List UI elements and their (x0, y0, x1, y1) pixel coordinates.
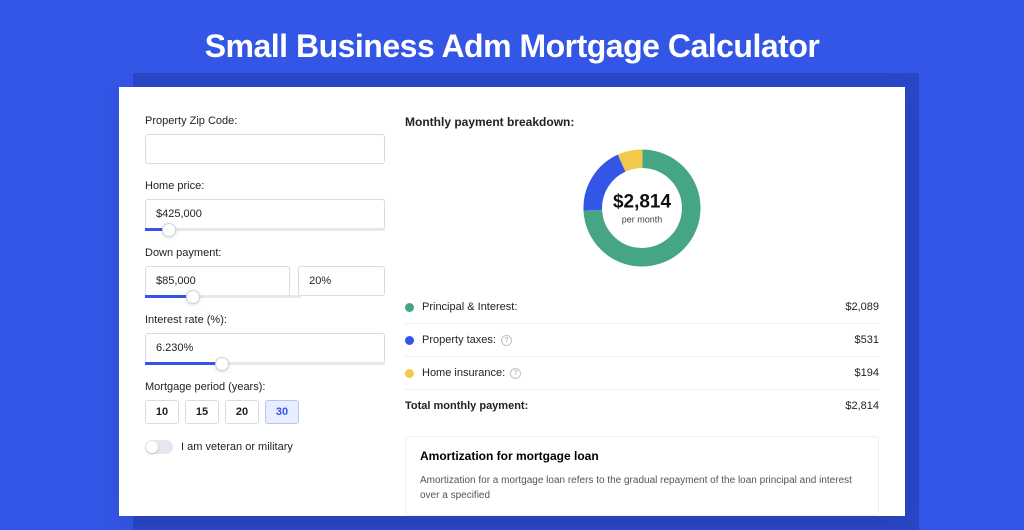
period-label: Mortgage period (years): (145, 381, 385, 393)
donut-amount: $2,814 (613, 192, 671, 214)
page-title: Small Business Adm Mortgage Calculator (0, 0, 1024, 87)
info-icon[interactable]: ? (501, 335, 512, 346)
legend-dot (405, 369, 414, 378)
breakdown-value: $194 (855, 367, 879, 379)
home-price-label: Home price: (145, 180, 385, 192)
info-icon[interactable]: ? (510, 368, 521, 379)
amortization-text: Amortization for a mortgage loan refers … (420, 473, 864, 503)
breakdown-total-row: Total monthly payment: $2,814 (405, 389, 879, 422)
total-label: Total monthly payment: (405, 400, 845, 412)
home-price-group: Home price: (145, 180, 385, 231)
calculator-card: Property Zip Code: Home price: Down paym… (119, 87, 905, 516)
down-payment-label: Down payment: (145, 247, 385, 259)
slider-thumb[interactable] (215, 357, 229, 371)
amortization-box: Amortization for mortgage loan Amortizat… (405, 436, 879, 516)
down-payment-group: Down payment: (145, 247, 385, 298)
breakdown-label: Home insurance:? (422, 367, 855, 379)
breakdown-value: $2,089 (845, 301, 879, 313)
veteran-label: I am veteran or military (181, 441, 293, 453)
period-group: Mortgage period (years): 10152030 (145, 381, 385, 424)
veteran-toggle-row: I am veteran or military (145, 440, 385, 454)
breakdown-row: Home insurance:?$194 (405, 356, 879, 389)
period-btn-30[interactable]: 30 (265, 400, 299, 424)
interest-rate-label: Interest rate (%): (145, 314, 385, 326)
zip-field-group: Property Zip Code: (145, 115, 385, 164)
breakdown-label: Principal & Interest: (422, 301, 845, 313)
donut-chart: $2,814 per month (405, 143, 879, 273)
total-value: $2,814 (845, 400, 879, 412)
breakdown-label: Property taxes:? (422, 334, 855, 346)
home-price-slider[interactable] (145, 228, 385, 231)
home-price-input[interactable] (145, 199, 385, 229)
slider-thumb[interactable] (162, 223, 176, 237)
period-btn-10[interactable]: 10 (145, 400, 179, 424)
legend-dot (405, 303, 414, 312)
period-btn-15[interactable]: 15 (185, 400, 219, 424)
breakdown-row: Principal & Interest:$2,089 (405, 291, 879, 323)
interest-rate-group: Interest rate (%): (145, 314, 385, 365)
donut-center: $2,814 per month (613, 192, 671, 225)
amortization-title: Amortization for mortgage loan (420, 449, 864, 463)
breakdown-row: Property taxes:?$531 (405, 323, 879, 356)
down-payment-amount-input[interactable] (145, 266, 290, 296)
slider-thumb[interactable] (186, 290, 200, 304)
legend-dot (405, 336, 414, 345)
form-column: Property Zip Code: Home price: Down paym… (145, 115, 385, 516)
interest-rate-input[interactable] (145, 333, 385, 363)
slider-fill (145, 362, 222, 365)
period-btn-20[interactable]: 20 (225, 400, 259, 424)
down-payment-slider[interactable] (145, 295, 301, 298)
interest-rate-slider[interactable] (145, 362, 385, 365)
breakdown-title: Monthly payment breakdown: (405, 115, 879, 129)
breakdown-column: Monthly payment breakdown: $2,814 per mo… (405, 115, 879, 516)
zip-input[interactable] (145, 134, 385, 164)
donut-sub: per month (613, 215, 671, 225)
zip-label: Property Zip Code: (145, 115, 385, 127)
down-payment-pct-input[interactable] (298, 266, 385, 296)
veteran-toggle[interactable] (145, 440, 173, 454)
breakdown-value: $531 (855, 334, 879, 346)
